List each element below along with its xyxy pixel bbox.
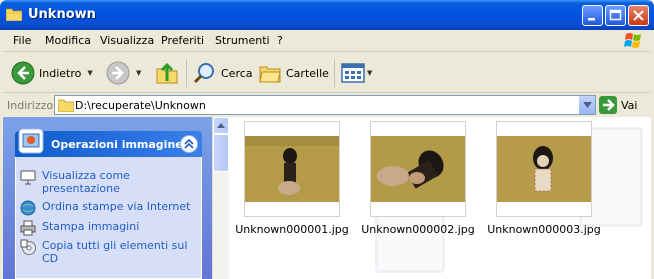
close-icon (633, 10, 644, 21)
folders-button[interactable]: Cartelle (258, 58, 329, 88)
address-dropdown-button[interactable] (578, 96, 595, 114)
file-name: Unknown000003.jpg (487, 223, 601, 236)
folders-label: Cartelle (286, 66, 329, 80)
minimize-button[interactable] (582, 5, 603, 26)
printer-icon (20, 220, 36, 236)
task-link-label: Copia tutti gli elementi sul CD (42, 239, 188, 265)
views-dropdown-icon[interactable]: ▼ (367, 69, 372, 77)
go-label: Vai (621, 98, 638, 112)
slideshow-icon (20, 170, 36, 185)
scroll-thumb[interactable] (213, 134, 229, 172)
search-button[interactable]: Cerca (193, 58, 253, 88)
file-name: Unknown000002.jpg (361, 223, 475, 236)
toolbar-separator (334, 59, 335, 87)
toolbar-separator (186, 59, 187, 87)
internet-prints-icon (20, 200, 36, 216)
views-icon (341, 63, 365, 83)
menu-help[interactable]: ? (277, 34, 283, 47)
content-area: Operazioni immagine Visualizza come pres… (3, 117, 651, 279)
close-button[interactable] (628, 5, 649, 26)
cd-copy-icon (20, 239, 36, 255)
photo-thumbnail-icon (371, 136, 465, 202)
standard-toolbar: Indietro ▼ ▼ Cerca Cartelle ▼ (3, 53, 651, 93)
thumbnail-frame (244, 121, 340, 217)
menu-file[interactable]: File (13, 34, 31, 47)
views-button[interactable]: ▼ (341, 58, 372, 88)
photo-thumbnail-icon (497, 136, 591, 202)
arrow-up-icon (217, 123, 225, 128)
chevron-down-icon (582, 102, 592, 108)
task-link-copy-cd[interactable]: Copia tutti gli elementi sul CD (20, 239, 192, 265)
task-link-slideshow[interactable]: Visualizza come presentazione (20, 169, 192, 195)
menu-strumenti[interactable]: Strumenti (215, 34, 270, 47)
task-link-label: Visualizza come presentazione (42, 169, 130, 195)
search-label: Cerca (221, 66, 253, 80)
file-item[interactable]: Unknown000001.jpg (233, 121, 351, 236)
forward-arrow-icon (106, 61, 130, 85)
back-dropdown-icon[interactable]: ▼ (87, 69, 92, 77)
file-item[interactable]: Unknown000003.jpg (485, 121, 603, 236)
back-arrow-icon (11, 61, 35, 85)
address-path: D:\recuperate\Unknown (75, 99, 206, 112)
forward-button[interactable]: ▼ (106, 58, 141, 88)
file-list: Unknown000001.jpg Unknown000002.jpg Unkn… (229, 117, 651, 279)
task-pane: Operazioni immagine Visualizza come pres… (3, 117, 212, 279)
task-link-label: Stampa immagini (42, 220, 140, 233)
menu-bar: File Modifica Visualizza Preferiti Strum… (3, 30, 651, 52)
back-button[interactable]: Indietro ▼ (11, 58, 93, 88)
folder-icon (58, 99, 74, 112)
menu-modifica[interactable]: Modifica (45, 34, 91, 47)
image-tasks-body: Visualizza come presentazione Ordina sta… (15, 157, 202, 279)
menu-preferiti[interactable]: Preferiti (161, 34, 204, 47)
maximize-button[interactable] (605, 5, 626, 26)
go-arrow-icon (599, 96, 617, 114)
folders-icon (259, 66, 281, 83)
task-link-print[interactable]: Stampa immagini (20, 220, 192, 236)
forward-dropdown-icon[interactable]: ▼ (136, 69, 141, 77)
thumbnail-frame (370, 121, 466, 217)
search-icon (193, 63, 214, 84)
scroll-up-button[interactable] (213, 117, 229, 134)
address-input[interactable]: D:\recuperate\Unknown (54, 95, 596, 115)
image-tasks-title: Operazioni immagine (51, 138, 183, 151)
thumbnail-frame (496, 121, 592, 217)
file-name: Unknown000001.jpg (235, 223, 349, 236)
address-bar: Indirizzo D:\recuperate\Unknown Vai (3, 94, 651, 116)
minimize-icon (588, 18, 595, 21)
collapse-button[interactable] (180, 135, 198, 153)
title-bar[interactable]: Unknown (0, 0, 654, 30)
window-title: Unknown (28, 7, 96, 22)
chevron-up-icon (184, 139, 194, 149)
menu-visualizza[interactable]: Visualizza (100, 34, 154, 47)
go-button[interactable]: Vai (599, 96, 637, 114)
file-item[interactable]: Unknown000002.jpg (359, 121, 477, 236)
back-label: Indietro (39, 66, 82, 80)
photo-thumbnail-icon (245, 136, 339, 202)
up-folder-icon (156, 62, 178, 84)
folder-icon (6, 8, 22, 21)
up-folder-button[interactable] (155, 58, 179, 88)
address-label: Indirizzo (7, 99, 54, 112)
task-link-order-prints[interactable]: Ordina stampe via Internet (20, 200, 192, 216)
image-tasks-icon (18, 128, 44, 154)
image-tasks-header[interactable]: Operazioni immagine (15, 128, 202, 157)
windows-logo-icon (624, 33, 641, 48)
maximize-icon (609, 9, 622, 21)
vertical-scrollbar[interactable] (212, 117, 229, 279)
task-link-label: Ordina stampe via Internet (42, 200, 191, 213)
